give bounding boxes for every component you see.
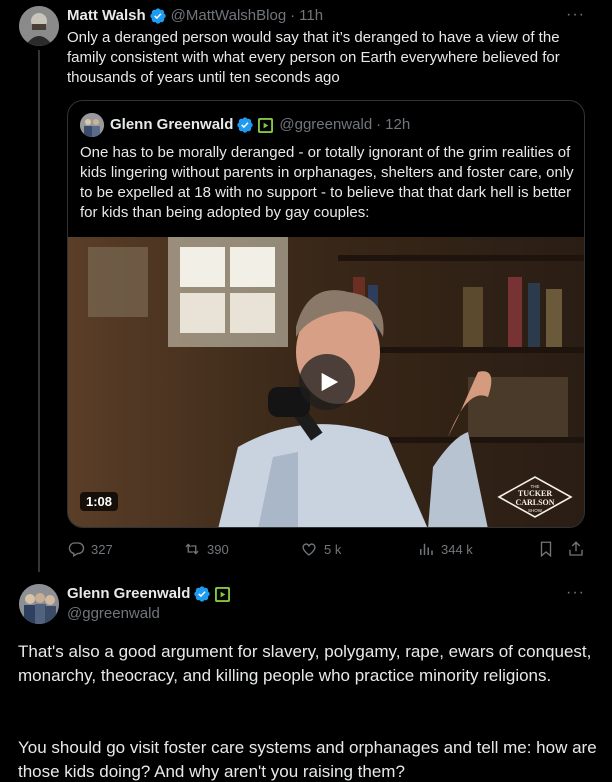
action-bar: 327 390 5 k 344 k — [67, 540, 585, 562]
quote-header: Glenn Greenwald @ggreenwald · 12h — [110, 115, 410, 135]
views-button[interactable]: 344 k — [417, 540, 473, 558]
video-player[interactable]: 1:08 THE TUCKER CARLSON SHOW — [68, 237, 584, 527]
tweet-matt-walsh[interactable]: Matt Walsh @MattWalshBlog · 11h ··· Only… — [0, 0, 612, 572]
tweet2-paragraph-1: That's also a good argument for slavery,… — [18, 642, 592, 685]
tweet-glenn-greenwald[interactable]: Glenn Greenwald @ggreenwald ··· That's a… — [0, 572, 612, 782]
like-button[interactable]: 5 k — [300, 540, 341, 558]
tweet1-text: Only a deranged person would say that it… — [67, 29, 560, 86]
views-icon — [420, 543, 433, 555]
bookmark-button[interactable] — [537, 540, 561, 558]
repost-button[interactable]: 390 — [183, 540, 229, 558]
quoted-tweet[interactable]: Glenn Greenwald @ggreenwald · 12h One ha… — [67, 100, 585, 528]
verified-icon — [193, 585, 211, 603]
svg-text:CARLSON: CARLSON — [515, 498, 554, 507]
tweet1-header: Matt Walsh @MattWalshBlog · 11h — [67, 6, 323, 26]
avatar-glenn-greenwald-quote[interactable] — [80, 113, 104, 137]
separator-dot: · — [376, 116, 382, 133]
tucker-carlson-show-logo: THE TUCKER CARLSON SHOW — [497, 476, 573, 518]
author-handle[interactable]: @ggreenwald — [67, 604, 160, 624]
play-button[interactable] — [299, 354, 355, 410]
svg-text:SHOW: SHOW — [528, 508, 543, 513]
author-name[interactable]: Matt Walsh — [67, 6, 146, 26]
thread-line — [38, 50, 40, 572]
bookmark-icon — [540, 541, 552, 558]
video-duration: 1:08 — [80, 492, 119, 511]
quote-author-handle[interactable]: @ggreenwald — [279, 115, 372, 135]
tweet2-header: Glenn Greenwald — [67, 584, 236, 604]
like-icon — [302, 543, 316, 556]
repost-icon — [185, 543, 199, 555]
author-handle[interactable]: @MattWalshBlog — [171, 6, 287, 26]
avatar-glenn-greenwald[interactable] — [19, 584, 59, 624]
views-count: 344 k — [441, 541, 473, 557]
more-icon[interactable]: ··· — [566, 584, 585, 602]
quote-text: One has to be morally deranged - or tota… — [80, 144, 574, 221]
rumble-badge-icon — [215, 586, 231, 602]
reply-count: 327 — [91, 541, 113, 557]
avatar-matt-walsh[interactable] — [19, 6, 59, 46]
reply-icon — [68, 542, 85, 557]
repost-count: 390 — [207, 541, 229, 557]
reply-button[interactable]: 327 — [67, 540, 113, 558]
share-button[interactable] — [567, 540, 591, 558]
rumble-badge-icon — [258, 117, 274, 133]
author-name[interactable]: Glenn Greenwald — [67, 584, 190, 604]
tweet2-paragraph-2: You should go visit foster care systems … — [18, 738, 597, 781]
quote-author-name[interactable]: Glenn Greenwald — [110, 115, 233, 135]
timestamp[interactable]: 11h — [299, 6, 323, 26]
play-icon — [321, 372, 339, 392]
separator-dot: · — [290, 7, 296, 24]
quote-timestamp[interactable]: 12h — [385, 115, 410, 135]
like-count: 5 k — [324, 541, 342, 557]
more-icon[interactable]: ··· — [566, 6, 585, 24]
svg-text:TUCKER: TUCKER — [518, 489, 552, 498]
verified-icon — [149, 7, 167, 25]
share-icon — [569, 541, 583, 556]
verified-icon — [236, 116, 254, 134]
